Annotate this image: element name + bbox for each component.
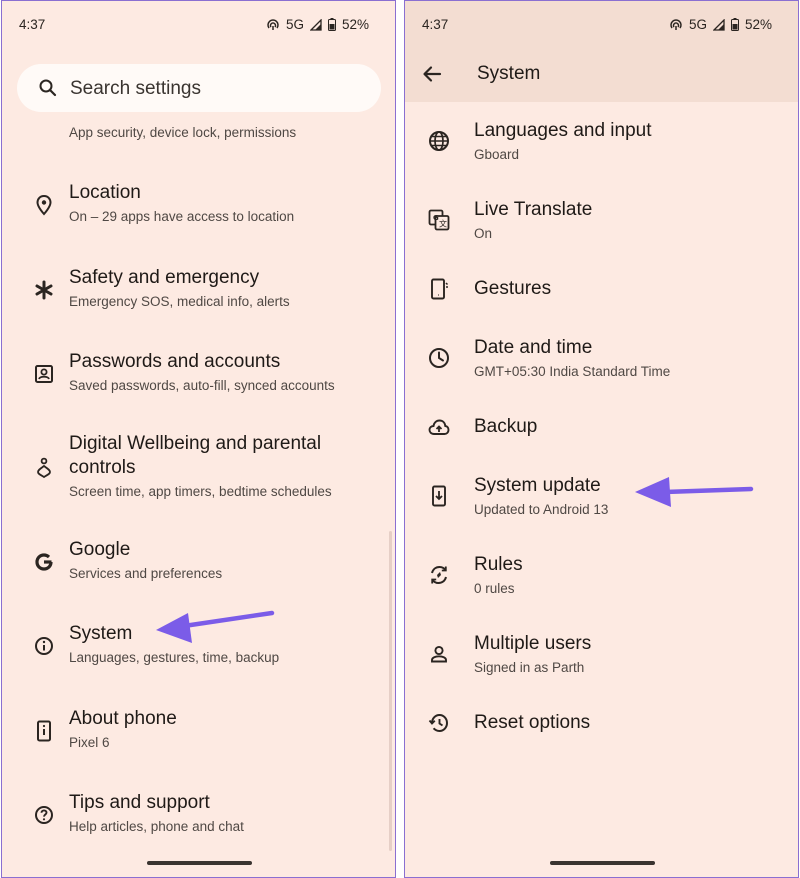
translate-icon: G文 [427,208,451,232]
hotspot-icon [267,18,279,30]
item-subtitle: Gboard [474,147,520,162]
annotation-arrow [156,610,275,643]
clipped-subtitle: App security, device lock, permissions [69,125,297,140]
item-title: Multiple users [474,633,592,654]
svg-text:文: 文 [439,219,447,229]
help-icon [32,803,56,827]
signal-icon [309,18,322,31]
settings-item-google[interactable]: Google Services and preferences [2,534,395,598]
system-item-reset-options[interactable]: Reset options [405,707,798,755]
settings-item-safety[interactable]: Safety and emergency Emergency SOS, medi… [2,262,395,326]
search-placeholder: Search settings [70,78,201,99]
item-title: Tips and support [69,792,210,813]
item-title: Digital Wellbeing and parental [69,433,322,454]
item-subtitle: 0 rules [474,581,515,596]
item-title: Passwords and accounts [69,351,281,372]
system-item-backup[interactable]: Backup [405,411,798,459]
item-subtitle: Services and preferences [69,566,223,581]
annotation-arrow [635,477,754,507]
item-title: Live Translate [474,199,593,220]
item-subtitle: Screen time, app timers, bedtime schedul… [69,484,332,499]
status-bar: 4:37 5G 52% [405,1,798,47]
settings-item-passwords[interactable]: Passwords and accounts Saved passwords, … [2,346,395,410]
status-time: 4:37 [19,17,46,32]
item-title: About phone [69,708,177,729]
item-subtitle: On – 29 apps have access to location [69,209,295,224]
account-box-icon [32,362,56,386]
item-title: System [69,623,133,644]
info-icon [32,634,56,658]
system-item-multiple-users[interactable]: Multiple users Signed in as Parth [405,628,798,692]
item-title-line2: controls [69,457,136,478]
item-title: Gestures [474,278,552,299]
item-subtitle: Emergency SOS, medical info, alerts [69,294,290,309]
asterisk-icon [32,278,56,302]
phone-info-icon [32,719,56,743]
back-arrow-icon[interactable] [421,63,443,90]
search-icon [38,78,58,103]
signal-icon [712,18,725,31]
item-subtitle: Saved passwords, auto-fill, synced accou… [69,378,335,393]
network-type: 5G [285,17,304,32]
item-title: Rules [474,554,523,575]
search-bar[interactable]: Search settings [17,64,381,112]
settings-item-digital-wellbeing[interactable]: Digital Wellbeing and parental controls … [2,429,395,509]
item-title: Safety and emergency [69,267,260,288]
item-subtitle: Updated to Android 13 [474,502,609,517]
item-subtitle: Pixel 6 [69,735,110,750]
cloud-upload-icon [427,415,451,439]
location-pin-icon [32,193,56,217]
item-title: Reset options [474,712,591,733]
item-subtitle: Help articles, phone and chat [69,819,244,834]
google-icon [32,550,56,574]
wellbeing-icon [32,456,56,480]
system-item-date-time[interactable]: Date and time GMT+05:30 India Standard T… [405,332,798,396]
app-bar: System [405,47,798,102]
item-title: System update [474,475,601,496]
item-title: Location [69,182,141,203]
battery-icon [730,18,739,31]
item-title: Date and time [474,337,593,358]
item-subtitle: GMT+05:30 India Standard Time [474,364,671,379]
page-title: System [477,63,541,84]
history-icon [427,711,451,735]
settings-screen: 4:37 5G 52% Search settings App security… [1,0,396,878]
settings-item-tips-support[interactable]: Tips and support Help articles, phone an… [2,787,395,851]
home-gesture-bar[interactable] [147,861,252,865]
network-type: 5G [688,17,707,32]
system-screen: 4:37 5G 52% System Languages and input G… [404,0,799,878]
item-title: Google [69,539,131,560]
scrollbar[interactable] [389,531,392,851]
item-subtitle: On [474,226,493,241]
status-time: 4:37 [422,17,449,32]
system-item-live-translate[interactable]: G文 Live Translate On [405,194,798,258]
battery-icon [327,18,336,31]
item-subtitle: Signed in as Parth [474,660,585,675]
gestures-icon [427,277,451,301]
system-item-languages[interactable]: Languages and input Gboard [405,115,798,179]
home-gesture-bar[interactable] [550,861,655,865]
system-update-icon [427,484,451,508]
person-icon [427,642,451,666]
hotspot-icon [670,18,682,30]
system-item-gestures[interactable]: Gestures [405,273,798,321]
item-subtitle: Languages, gestures, time, backup [69,650,280,665]
clock-icon [427,346,451,370]
settings-item-location[interactable]: Location On – 29 apps have access to loc… [2,177,395,241]
status-bar: 4:37 5G 52% [2,1,395,47]
battery-percent: 52% [341,17,369,32]
rules-icon [427,563,451,587]
item-title: Languages and input [474,120,652,141]
item-title: Backup [474,416,538,437]
settings-item-about-phone[interactable]: About phone Pixel 6 [2,703,395,767]
battery-percent: 52% [744,17,772,32]
system-item-rules[interactable]: Rules 0 rules [405,549,798,613]
globe-icon [427,129,451,153]
